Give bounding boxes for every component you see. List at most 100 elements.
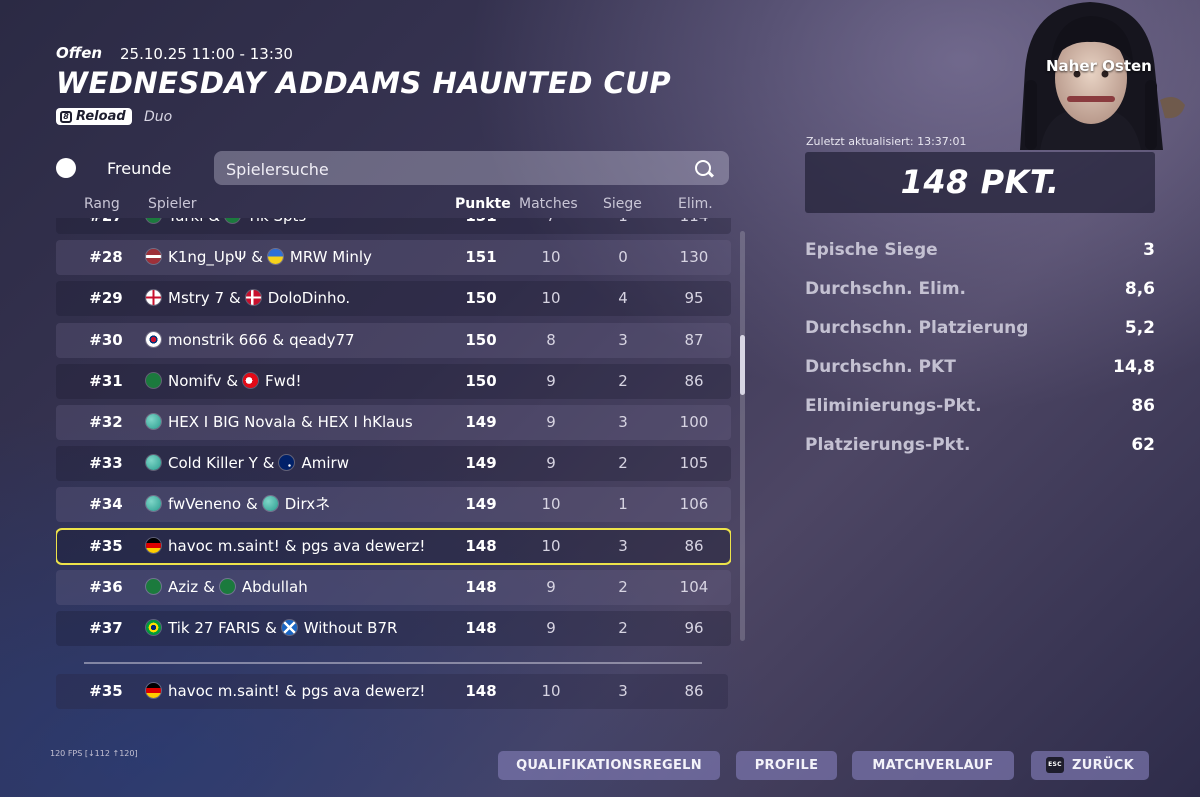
mode-badge-label: Reload — [76, 109, 126, 124]
player2-flag-icon — [225, 218, 241, 223]
player1-name: Nomifv — [168, 371, 222, 390]
row-players[interactable]: Nomifv & Fwd! — [146, 364, 301, 399]
row-rank: #31 — [89, 371, 123, 390]
row-wins: 3 — [618, 682, 628, 700]
player2-name: pgs ava dewerz! — [301, 682, 426, 700]
column-wins[interactable]: Siege — [603, 196, 642, 212]
row-players[interactable]: fwVeneno & Dirxネ — [146, 487, 330, 522]
row-elims: 130 — [679, 248, 709, 267]
search-icon[interactable] — [695, 160, 711, 176]
row-points: 149 — [465, 454, 497, 473]
row-elims: 87 — [684, 330, 704, 349]
row-rank: #27 — [56, 218, 156, 234]
player2-flag-icon — [262, 496, 278, 512]
row-matches: 10 — [541, 536, 561, 555]
player2-flag-icon — [267, 249, 283, 265]
row-wins: 3 — [618, 536, 628, 555]
row-players[interactable]: monstrik 666 & qeady77 — [146, 323, 355, 358]
table-row[interactable]: #28 K1ng_UpΨ & MRW Minly 151 10 0 130 — [56, 240, 731, 276]
column-elims[interactable]: Elim. — [678, 196, 713, 212]
stat-elim-points: Eliminierungs-Pkt. 86 — [805, 396, 1155, 420]
table-row[interactable]: #33 Cold Killer Y & Amirw 149 9 2 105 — [56, 446, 731, 482]
player1-name: K1ng_UpΨ — [168, 248, 247, 267]
row-wins: 2 — [618, 577, 628, 596]
team-separator: & — [272, 330, 285, 349]
stat-value: 86 — [1131, 396, 1155, 416]
profiles-button[interactable]: PROFILE — [736, 751, 837, 780]
table-row[interactable]: #36 Aziz & Abdullah 148 9 2 104 — [56, 569, 731, 605]
team-separator: & — [265, 618, 277, 637]
team-separator: & — [284, 682, 297, 700]
back-label: ZURÜCK — [1072, 758, 1134, 773]
table-row[interactable]: #37 Tik 27 FARIS & Without B7R 148 9 2 96 — [56, 610, 731, 646]
team-separator: & — [226, 371, 239, 390]
row-players[interactable]: Aziz & Abdullah — [146, 570, 308, 605]
column-points[interactable]: Punkte — [455, 196, 511, 212]
table-row[interactable]: #34 fwVeneno & Dirxネ 149 10 1 106 — [56, 487, 731, 523]
back-button[interactable]: ESC ZURÜCK — [1031, 751, 1149, 780]
row-wins: 2 — [618, 618, 628, 637]
row-points: 148 — [465, 536, 497, 555]
scrollbar-thumb[interactable] — [740, 335, 745, 395]
stat-label: Eliminierungs-Pkt. — [805, 396, 982, 416]
table-row[interactable]: #31 Nomifv & Fwd! 150 9 2 86 — [56, 363, 731, 399]
row-matches: 10 — [541, 289, 561, 308]
table-row[interactable]: #30 monstrik 666 & qeady77 150 8 3 87 — [56, 322, 731, 358]
team-mode: Duo — [144, 109, 173, 125]
leaderboard-table[interactable]: #27Turki&Tik Sptз15171114#28K1ng_UpΨ&MRW… — [56, 218, 731, 650]
row-points: 150 — [465, 289, 497, 308]
player1-name: fwVeneno — [168, 495, 242, 514]
qualification-rules-button[interactable]: QUALIFIKATIONSREGELN — [498, 751, 720, 780]
table-row-highlighted[interactable]: #35 havoc m.saint! & pgs ava dewerz! 148 10 3 8… — [56, 527, 731, 565]
row-wins: 3 — [618, 412, 628, 431]
stat-avg-points: Durchschn. PKT 14,8 — [805, 357, 1155, 381]
stat-avg-elims: Durchschn. Elim. 8,6 — [805, 279, 1155, 303]
tournament-title: WEDNESDAY ADDAMS HAUNTED CUP — [56, 66, 672, 100]
row-rank: #36 — [89, 577, 123, 596]
player1-name: Mstry 7 — [168, 289, 224, 308]
row-rank: #33 — [89, 454, 123, 473]
table-row[interactable]: #29 Mstry 7 & DoloDinho. 150 10 4 95 — [56, 281, 731, 317]
player-search[interactable] — [214, 151, 729, 187]
friends-label: Freunde — [107, 159, 172, 178]
player2-name: HEX I hKlaus — [317, 412, 413, 431]
column-matches[interactable]: Matches — [519, 196, 578, 212]
team-separator: & — [229, 289, 241, 308]
player2-name: Fwd! — [265, 371, 302, 390]
stat-value: 62 — [1131, 435, 1155, 455]
table-row[interactable]: #32 HEX I BIG Novala & HEX I hKlaus 149 9 3 100 — [56, 404, 731, 440]
row-players[interactable]: havoc m.saint! & pgs ava dewerz! — [146, 529, 425, 564]
row-elims: 104 — [679, 577, 709, 596]
row-points: 148 — [465, 577, 497, 596]
player1-name: Aziz — [168, 577, 199, 596]
leaderboard-scrollbar[interactable] — [740, 231, 745, 641]
tournament-status: Offen — [56, 44, 103, 62]
player1-name: Turki — [168, 218, 203, 234]
row-players[interactable]: HEX I BIG Novala & HEX I hKlaus — [146, 405, 413, 440]
search-input[interactable] — [224, 151, 678, 187]
team-separator: & — [284, 536, 297, 555]
row-players[interactable]: Tik 27 FARIS & Without B7R — [146, 611, 397, 646]
friends-toggle[interactable] — [56, 158, 76, 178]
total-points-box: 148 PKT. — [805, 152, 1155, 213]
table-row[interactable]: #27 Turki& Tik Sptз 151 7 1 114 — [56, 218, 731, 234]
player2-name: qeady77 — [289, 330, 355, 349]
player2-flag-icon — [219, 578, 235, 594]
row-players[interactable]: Turki& Tik Sptз — [146, 218, 306, 234]
character-portrait — [985, 0, 1200, 150]
row-players[interactable]: K1ng_UpΨ & MRW Minly — [146, 240, 372, 275]
player1-flag-icon — [146, 619, 161, 635]
row-elims: 100 — [679, 412, 709, 431]
match-history-button[interactable]: MATCHVERLAUF — [852, 751, 1014, 780]
row-players[interactable]: Cold Killer Y & Amirw — [146, 446, 349, 481]
player1-name: monstrik 666 — [168, 330, 268, 349]
row-wins: 3 — [618, 330, 628, 349]
row-players[interactable]: havoc m.saint! & pgs ava dewerz! — [146, 674, 425, 709]
player2-name: Tik Sptз — [247, 218, 306, 234]
player1-name: havoc m.saint! — [168, 682, 280, 700]
stat-avg-placement: Durchschn. Platzierung 5,2 — [805, 318, 1155, 342]
player1-flag-icon — [146, 496, 161, 512]
row-players[interactable]: Mstry 7 & DoloDinho. — [146, 281, 350, 316]
row-elims: 86 — [684, 682, 704, 700]
own-team-row[interactable]: #35 havoc m.saint! & pgs ava dewerz! 148 10 3 8… — [56, 674, 728, 709]
